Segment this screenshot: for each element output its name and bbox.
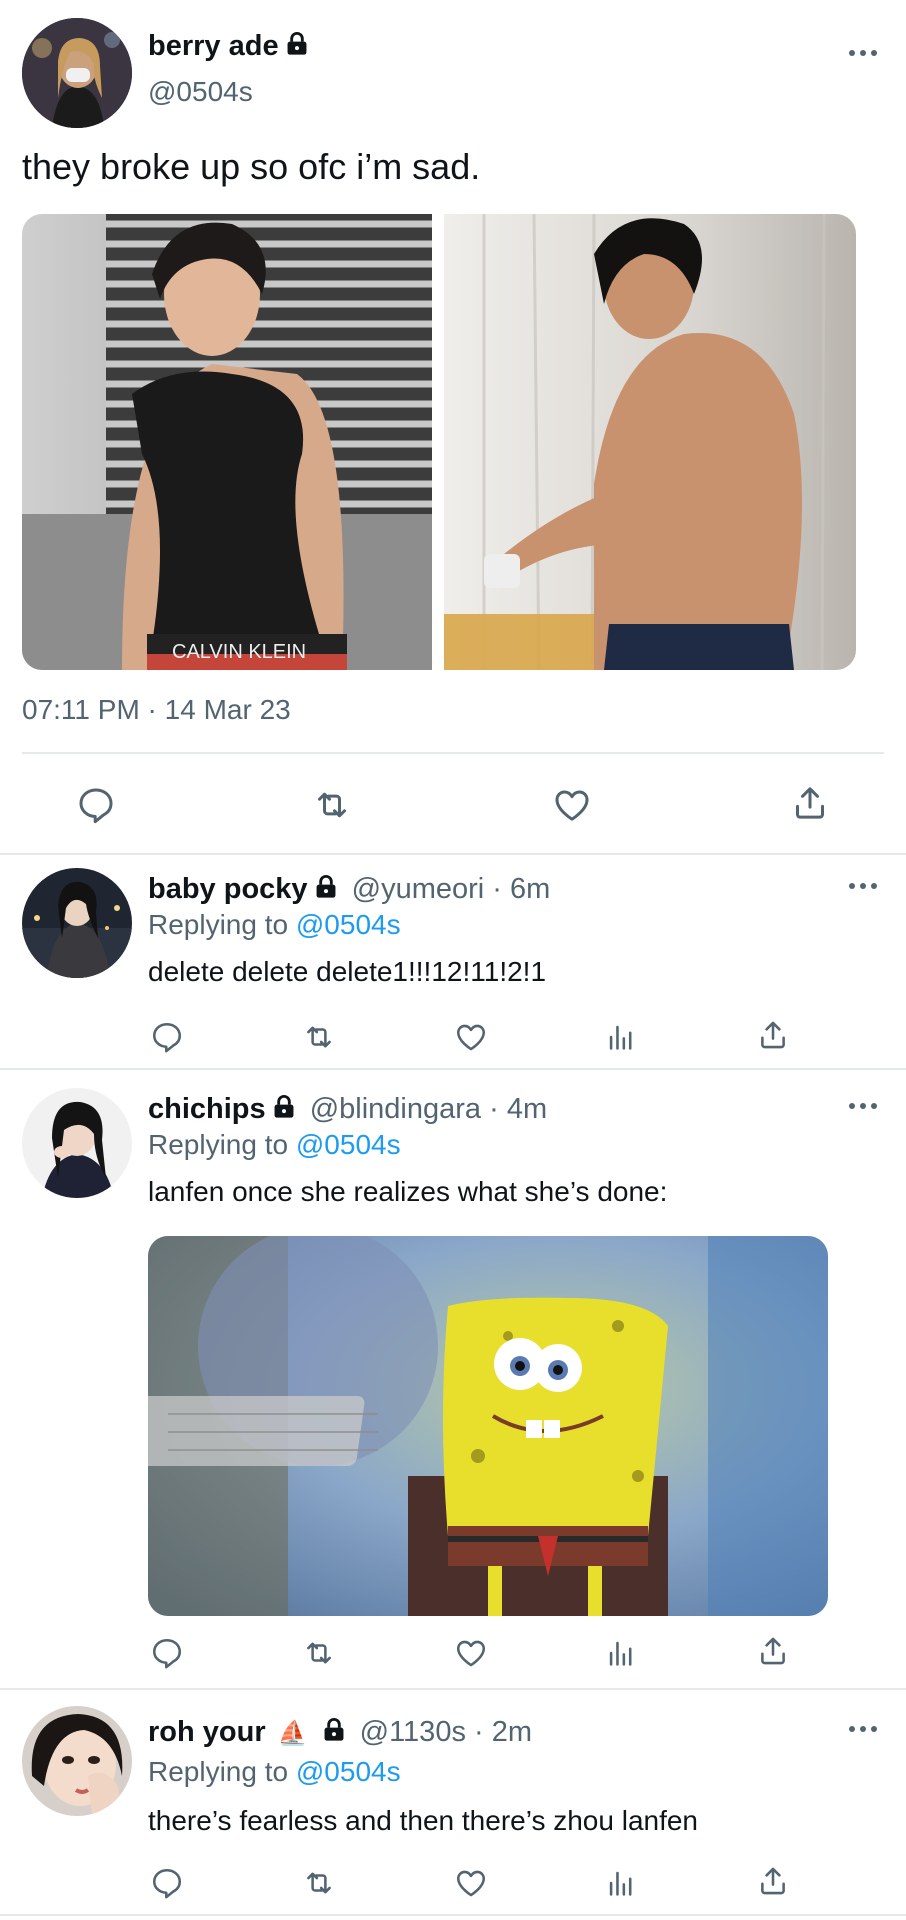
like-icon[interactable] (454, 1636, 488, 1670)
handle[interactable]: @0504s (148, 76, 253, 108)
retweet-icon[interactable] (302, 1020, 336, 1054)
avatar[interactable] (22, 18, 132, 128)
like-icon[interactable] (552, 785, 592, 825)
avatar[interactable] (22, 1706, 132, 1816)
views-icon[interactable] (604, 1020, 638, 1054)
tweet-image-right[interactable] (444, 214, 856, 670)
image-text: CALVIN KLEIN (172, 641, 306, 663)
divider (0, 853, 906, 855)
reply-text: lanfen once she realizes what she’s done… (148, 1176, 668, 1207)
replying-label: Replying to (148, 1129, 289, 1160)
display-name[interactable]: roh your (148, 1716, 266, 1748)
views-icon[interactable] (604, 1636, 638, 1670)
like-icon[interactable] (454, 1020, 488, 1054)
share-icon[interactable] (790, 783, 830, 823)
more-options-icon[interactable] (848, 881, 878, 891)
lock-icon (285, 31, 308, 57)
avatar[interactable] (22, 868, 132, 978)
more-options-icon[interactable] (848, 1101, 878, 1111)
views-icon[interactable] (604, 1866, 638, 1900)
timestamp-divider (22, 752, 884, 754)
display-name[interactable]: berry ade (148, 30, 309, 63)
display-name-text[interactable]: berry ade (148, 30, 279, 62)
reply-icon[interactable] (150, 1020, 184, 1054)
display-name[interactable]: baby pocky (148, 873, 308, 905)
timestamp[interactable]: 07:11 PM · 14 Mar 23 (22, 694, 291, 726)
replying-handle[interactable]: @0504s (296, 1756, 401, 1787)
handle-time[interactable]: @yumeori · 6m (352, 873, 551, 905)
retweet-icon[interactable] (302, 1636, 336, 1670)
tweet-image-left[interactable]: CALVIN KLEIN (22, 214, 432, 670)
replying-handle[interactable]: @0504s (296, 909, 401, 940)
replying-to: Replying to @0504s (148, 1129, 401, 1161)
divider (0, 1914, 906, 1916)
handle-time[interactable]: @1130s · 2m (360, 1716, 532, 1748)
reply-text: delete delete delete1!!!12!11!2!1 (148, 956, 547, 987)
replying-label: Replying to (148, 1756, 289, 1787)
sailboat-emoji: ⛵ (277, 1720, 308, 1747)
lock-icon (272, 1094, 295, 1120)
retweet-icon[interactable] (302, 1866, 336, 1900)
share-icon[interactable] (756, 1634, 790, 1668)
tweet-text: they broke up so ofc i’m sad. (22, 146, 481, 187)
replying-to: Replying to @0504s (148, 1756, 401, 1788)
lock-icon (322, 1717, 345, 1743)
reply-icon[interactable] (76, 785, 116, 825)
handle-time[interactable]: @blindingara · 4m (310, 1093, 547, 1125)
reply-image[interactable] (148, 1236, 828, 1616)
share-icon[interactable] (756, 1864, 790, 1898)
reply-icon[interactable] (150, 1636, 184, 1670)
like-icon[interactable] (454, 1866, 488, 1900)
display-name[interactable]: chichips (148, 1093, 266, 1125)
avatar[interactable] (22, 1088, 132, 1198)
reply-text: there’s fearless and then there’s zhou l… (148, 1805, 699, 1836)
lock-icon (314, 874, 337, 900)
more-options-icon[interactable] (848, 1724, 878, 1734)
reply-header: chichips @blindingara · 4m (148, 1093, 547, 1126)
reply-header: baby pocky @yumeori · 6m (148, 873, 550, 906)
replying-handle[interactable]: @0504s (296, 1129, 401, 1160)
share-icon[interactable] (756, 1018, 790, 1052)
replying-label: Replying to (148, 909, 289, 940)
more-options-icon[interactable] (848, 48, 878, 58)
reply-header: roh your ⛵ @1130s · 2m (148, 1716, 532, 1749)
divider (0, 1688, 906, 1690)
divider (0, 1068, 906, 1070)
replying-to: Replying to @0504s (148, 909, 401, 941)
retweet-icon[interactable] (312, 785, 352, 825)
reply-icon[interactable] (150, 1866, 184, 1900)
